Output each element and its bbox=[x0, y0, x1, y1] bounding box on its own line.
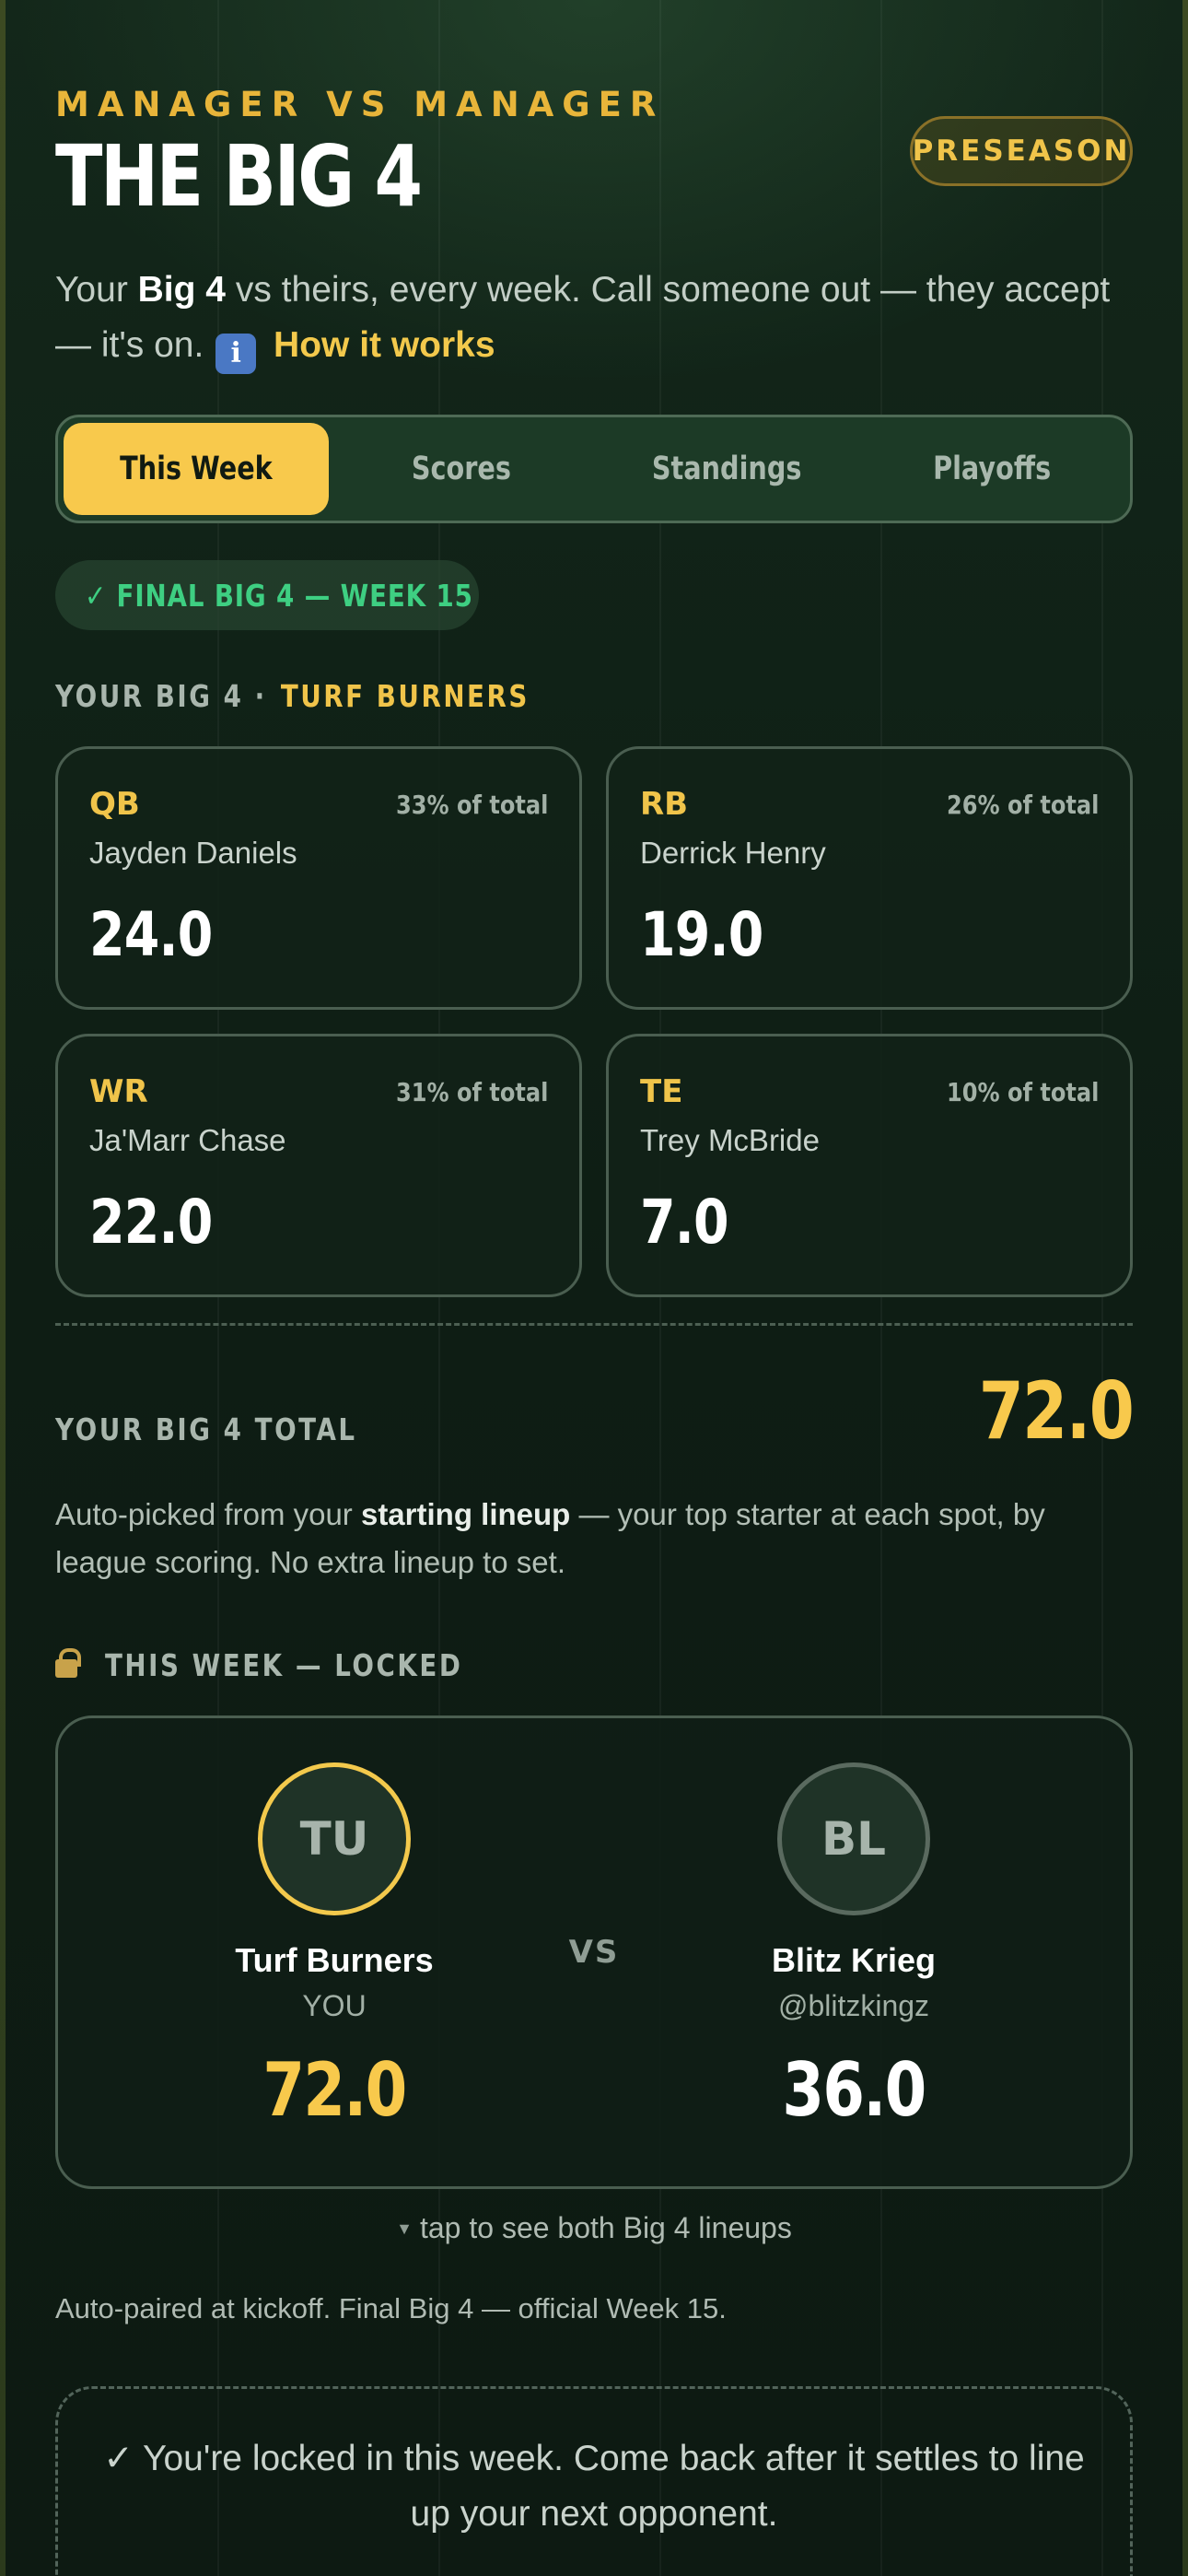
position-label: RB bbox=[640, 786, 689, 823]
player-name: Trey McBride bbox=[640, 1123, 820, 1157]
eyebrow: MANAGER VS MANAGER bbox=[55, 85, 665, 124]
tab-this-week[interactable]: This Week bbox=[64, 423, 329, 515]
paired-note: Auto-paired at kickoff. Final Big 4 — of… bbox=[55, 2292, 727, 2324]
matchup-card[interactable]: TU Turf Burners YOU 72.0 VS BL Blitz Kri… bbox=[55, 1715, 1133, 2189]
team-score: 72.0 bbox=[262, 2047, 407, 2133]
share-label: 33% of total bbox=[395, 790, 548, 820]
share-label: 10% of total bbox=[946, 1077, 1099, 1107]
player-card-qb[interactable]: QB 33% of total Jayden Daniels 24.0 bbox=[55, 746, 582, 1010]
avatar: BL bbox=[777, 1762, 930, 1915]
player-name: Ja'Marr Chase bbox=[89, 1123, 286, 1157]
expand-lineups-toggle[interactable]: ▼ tap to see both Big 4 lineups bbox=[55, 2211, 1133, 2245]
player-card-rb[interactable]: RB 26% of total Derrick Henry 19.0 bbox=[606, 746, 1133, 1010]
locked-message: ✓ You're locked in this week. Come back … bbox=[55, 2386, 1133, 2576]
caret-down-icon: ▼ bbox=[396, 2219, 413, 2238]
page-title: THE BIG 4 bbox=[55, 127, 423, 226]
autopick-note: Auto-picked from your starting lineup — … bbox=[55, 1497, 1045, 1579]
total-value: 72.0 bbox=[978, 1365, 1135, 1458]
preseason-badge[interactable]: PRESEASON bbox=[910, 116, 1133, 186]
team-name: TURF BURNERS bbox=[280, 678, 530, 714]
divider bbox=[55, 1323, 1133, 1326]
player-card-te[interactable]: TE 10% of total Trey McBride 7.0 bbox=[606, 1034, 1133, 1297]
player-points: 22.0 bbox=[89, 1187, 213, 1258]
team-subtitle: YOU bbox=[302, 1989, 367, 2022]
share-label: 31% of total bbox=[395, 1077, 548, 1107]
info-icon: i bbox=[215, 334, 257, 374]
player-points: 24.0 bbox=[89, 899, 213, 970]
tab-standings[interactable]: Standings bbox=[594, 423, 859, 515]
lock-icon bbox=[55, 1648, 81, 1678]
player-points: 7.0 bbox=[640, 1187, 729, 1258]
share-label: 26% of total bbox=[946, 790, 1099, 820]
avatar: TU bbox=[258, 1762, 411, 1915]
team-name: Blitz Krieg bbox=[771, 1941, 936, 1979]
tab-playoffs[interactable]: Playoffs bbox=[859, 423, 1124, 515]
position-label: TE bbox=[640, 1073, 683, 1110]
intro-text: Your Big 4 vs theirs, every week. Call s… bbox=[55, 263, 1133, 374]
team-score: 36.0 bbox=[782, 2047, 926, 2133]
how-it-works-link[interactable]: How it works bbox=[274, 325, 495, 365]
your-big4-heading: YOUR BIG 4 · TURF BURNERS bbox=[55, 678, 530, 714]
player-name: Jayden Daniels bbox=[89, 836, 297, 870]
your-team: TU Turf Burners YOU 72.0 bbox=[141, 1718, 528, 2133]
position-label: WR bbox=[89, 1073, 148, 1110]
player-points: 19.0 bbox=[640, 899, 763, 970]
player-name: Derrick Henry bbox=[640, 836, 826, 870]
right-edge bbox=[1182, 0, 1188, 2576]
position-label: QB bbox=[89, 786, 140, 823]
left-edge bbox=[0, 0, 6, 2576]
final-status-pill: ✓ FINAL BIG 4 — WEEK 15 bbox=[55, 560, 479, 630]
matchup-heading: THIS WEEK — LOCKED bbox=[55, 1647, 530, 1683]
total-label: YOUR BIG 4 TOTAL bbox=[55, 1411, 357, 1447]
player-card-wr[interactable]: WR 31% of total Ja'Marr Chase 22.0 bbox=[55, 1034, 582, 1297]
opponent-team: BL Blitz Krieg @blitzkingz 36.0 bbox=[660, 1718, 1047, 2133]
team-handle: @blitzkingz bbox=[777, 1989, 930, 2022]
tab-scores[interactable]: Scores bbox=[329, 423, 594, 515]
tab-bar: This Week Scores Standings Playoffs bbox=[55, 415, 1133, 523]
